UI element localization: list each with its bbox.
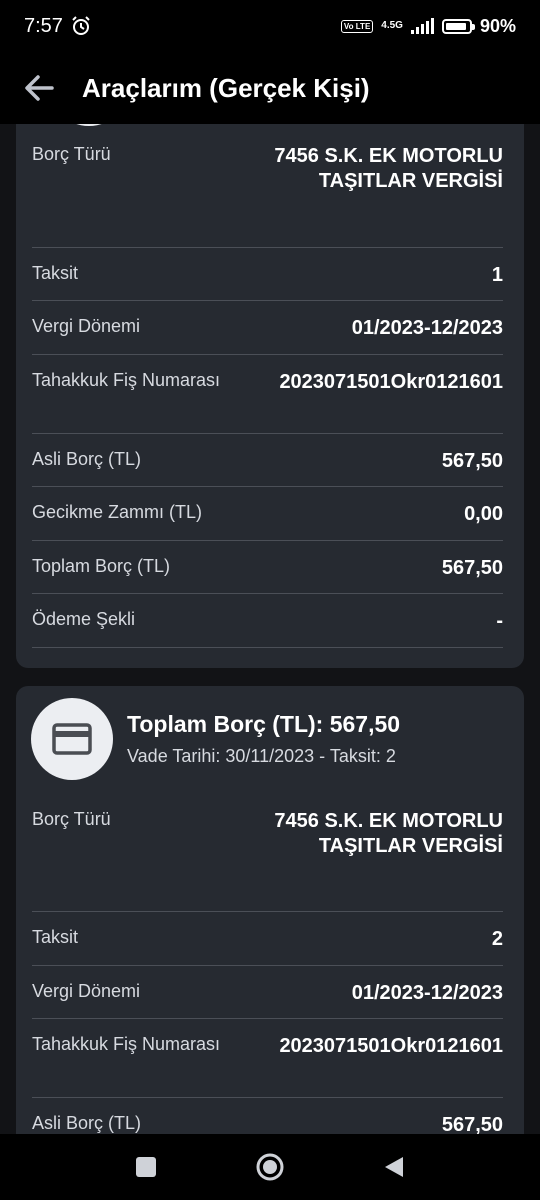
table-row: Vergi Dönemi 01/2023-12/2023 <box>32 966 503 1019</box>
system-nav-bar <box>0 1134 540 1200</box>
table-row: Vergi Dönemi 01/2023-12/2023 <box>32 301 503 355</box>
app-bar: Araçlarım (Gerçek Kişi) <box>0 52 540 124</box>
avatar <box>31 698 113 780</box>
status-time: 7:57 <box>24 14 63 37</box>
debt-card-2[interactable]: Toplam Borç (TL): 567,50 Vade Tarihi: 30… <box>16 686 524 1134</box>
table-row: Ödeme Şekli - <box>32 594 503 648</box>
card-title: Toplam Borç (TL): 567,50 <box>127 711 401 737</box>
credit-card-icon <box>52 723 92 755</box>
table-row: Borç Türü 7456 S.K. EK MOTORLU TAŞITLAR … <box>32 124 503 248</box>
table-row: Asli Borç (TL) 567,50 <box>32 434 503 487</box>
network-type: 4.5G <box>381 20 403 31</box>
debt-card-1: Borç Türü 7456 S.K. EK MOTORLU TAŞITLAR … <box>16 124 524 668</box>
home-button[interactable] <box>208 1152 332 1182</box>
status-bar: 7:57 Vo LTE 4.5G 90% <box>0 0 540 52</box>
battery-percent: 90% <box>479 15 516 36</box>
table-row: Taksit 2 <box>32 912 503 966</box>
back-button[interactable] <box>332 1155 456 1179</box>
content-scroll[interactable]: Borç Türü 7456 S.K. EK MOTORLU TAŞITLAR … <box>0 124 540 1134</box>
page-title: Araçlarım (Gerçek Kişi) <box>82 72 370 103</box>
table-row: Toplam Borç (TL) 567,50 <box>32 541 503 594</box>
table-row: Tahakkuk Fiş Numarası 2023071501Okr01216… <box>32 355 503 434</box>
card-subtitle: Vade Tarihi: 30/11/2023 - Taksit: 2 <box>127 746 396 766</box>
table-row: Asli Borç (TL) 567,50 <box>32 1113 503 1134</box>
table-row: Tahakkuk Fiş Numarası 2023071501Okr01216… <box>32 1019 503 1098</box>
table-row: Borç Türü 7456 S.K. EK MOTORLU TAŞITLAR … <box>32 789 503 912</box>
square-icon <box>136 1157 156 1177</box>
alarm-icon <box>72 16 90 35</box>
recents-button[interactable] <box>84 1156 208 1178</box>
home-circle-icon <box>256 1153 284 1181</box>
arrow-left-icon[interactable] <box>22 71 56 105</box>
triangle-back-icon <box>385 1157 403 1177</box>
battery-icon <box>441 18 475 34</box>
table-row: Taksit 1 <box>32 248 503 301</box>
signal-icon <box>410 18 434 34</box>
card-header: Toplam Borç (TL): 567,50 Vade Tarihi: 30… <box>16 686 524 781</box>
volte-badge: Vo LTE <box>340 19 374 33</box>
table-row: Gecikme Zammı (TL) 0,00 <box>32 487 503 541</box>
